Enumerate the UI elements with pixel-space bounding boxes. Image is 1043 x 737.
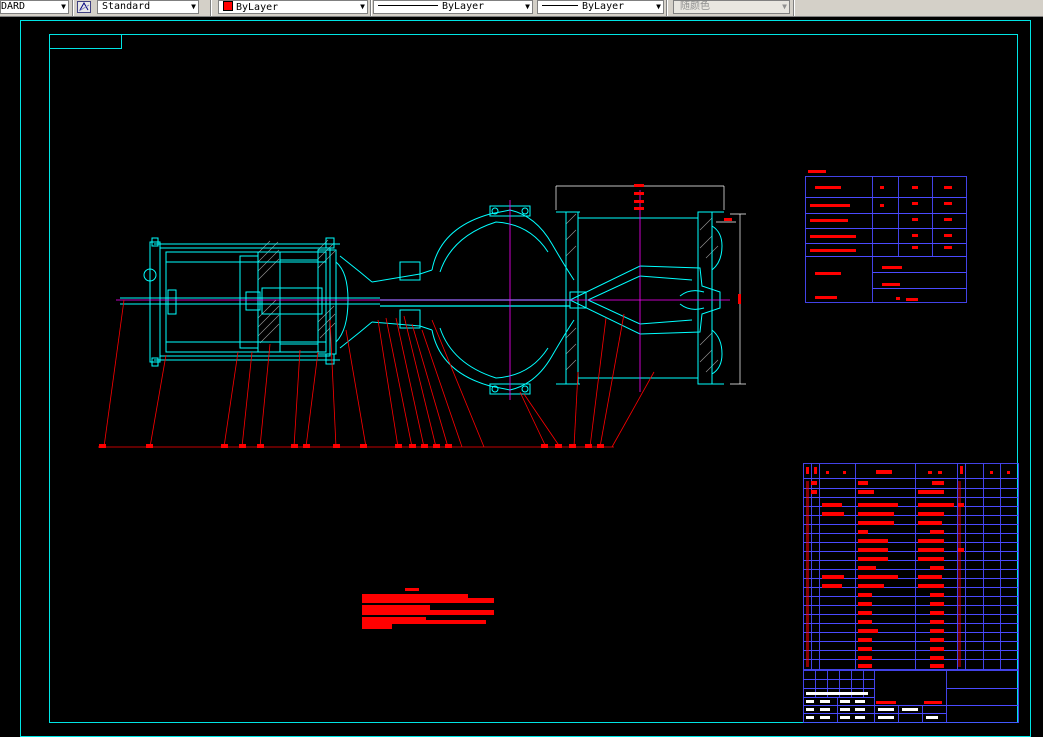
chevron-down-icon[interactable]: ▼ [191, 1, 196, 13]
lineweight-combo[interactable]: ByLayer ▼ [537, 0, 664, 14]
text-style-icon[interactable] [77, 1, 91, 13]
lineweight-preview [542, 5, 578, 6]
properties-toolbar: DARD ▼ Standard ▼ ByLayer ▼ ByLayer ▼ By… [0, 0, 1043, 17]
toolbar-separator [210, 0, 212, 16]
chevron-down-icon[interactable]: ▼ [656, 1, 661, 13]
chevron-down-icon[interactable]: ▼ [360, 1, 365, 13]
valve-assembly-drawing [116, 185, 746, 400]
drawing-canvas[interactable] [0, 17, 1043, 737]
color-value: ByLayer [236, 2, 279, 13]
linetype-value: ByLayer [442, 1, 485, 12]
color-combo[interactable]: ByLayer ▼ [218, 0, 368, 14]
dimstyle-combo[interactable]: DARD ▼ [0, 0, 69, 14]
textstyle-combo[interactable]: Standard ▼ [97, 0, 199, 14]
toolbar-separator [666, 0, 668, 16]
color-swatch [223, 1, 233, 11]
lineweight-value: ByLayer [582, 1, 625, 12]
linetype-preview [378, 5, 438, 6]
title-block [803, 670, 1019, 723]
dimstyle-value: DARD [1, 1, 26, 12]
chevron-down-icon: ▼ [782, 2, 787, 11]
textstyle-value: Standard [102, 1, 151, 12]
chevron-down-icon[interactable]: ▼ [525, 1, 530, 13]
plotstyle-combo: 随颜色 ▼ [673, 0, 790, 14]
linetype-combo[interactable]: ByLayer ▼ [373, 0, 533, 14]
toolbar-separator [370, 0, 372, 16]
chevron-down-icon[interactable]: ▼ [61, 1, 66, 13]
toolbar-separator [793, 0, 795, 16]
sheet-border [20, 20, 1031, 737]
parts-list-table [803, 463, 1019, 670]
plotstyle-value: 随颜色 [680, 1, 710, 12]
technical-parameters-table [805, 170, 967, 303]
toolbar-separator [72, 0, 74, 16]
technical-requirements-notes [362, 588, 494, 629]
